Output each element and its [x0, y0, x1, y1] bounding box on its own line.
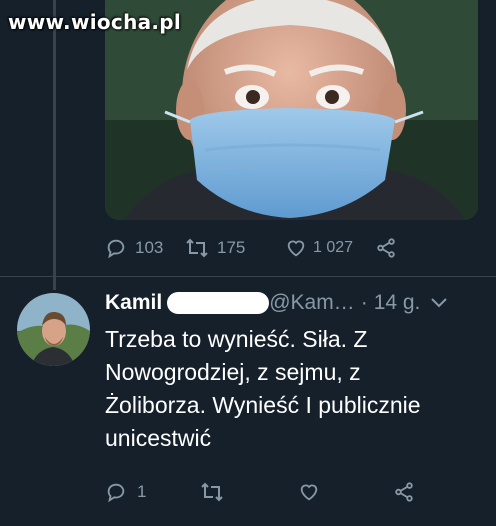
separator-dot: ·: [360, 291, 368, 314]
redacted-name: [167, 292, 270, 314]
reply-text-line: Trzeba to wynieść. Siła. Z: [105, 326, 368, 352]
reply-text-line: unicestwić: [105, 425, 212, 451]
tweet-divider: [0, 276, 496, 277]
reply-text-line: Nowogrodziej, z sejmu, z: [105, 359, 361, 385]
author-name[interactable]: Kamil: [105, 291, 162, 315]
heart-icon: [285, 237, 307, 259]
like-action[interactable]: [298, 481, 393, 503]
retweet-action[interactable]: [200, 481, 298, 503]
watermark: www.wiocha.pl: [8, 10, 182, 34]
timestamp[interactable]: 14 g.: [374, 291, 421, 315]
thread-line: [53, 0, 56, 290]
share-action[interactable]: [375, 237, 405, 259]
reply-action[interactable]: 1: [105, 481, 200, 503]
reply-header: Kamil @Kam… · 14 g.: [105, 289, 485, 317]
avatar[interactable]: [17, 293, 90, 366]
reply-action[interactable]: 103: [105, 237, 185, 259]
reply-actions: 1: [105, 478, 423, 506]
retweet-count: 175: [217, 238, 246, 257]
reply-icon: [105, 481, 127, 503]
avatar-image: [17, 293, 90, 366]
reply-text: Trzeba to wynieść. Siła. Z Nowogrodziej,…: [105, 323, 480, 455]
heart-icon: [298, 481, 320, 503]
reply-count: 1: [137, 482, 147, 501]
author-handle[interactable]: @Kam…: [269, 291, 355, 315]
like-count: 1 027: [313, 239, 354, 256]
retweet-action[interactable]: 175: [185, 237, 285, 259]
share-icon: [393, 481, 415, 503]
quoted-tweet-actions: 103 175 1 027: [105, 234, 405, 262]
share-icon: [375, 237, 397, 259]
like-action[interactable]: 1 027: [285, 237, 375, 259]
chevron-down-icon[interactable]: [430, 291, 448, 315]
reply-count: 103: [135, 238, 164, 257]
reply-text-line: Żoliborza. Wynieść I publicznie: [105, 392, 421, 418]
retweet-icon: [200, 481, 224, 503]
retweet-icon: [185, 237, 209, 259]
share-action[interactable]: [393, 481, 423, 503]
reply-icon: [105, 237, 127, 259]
